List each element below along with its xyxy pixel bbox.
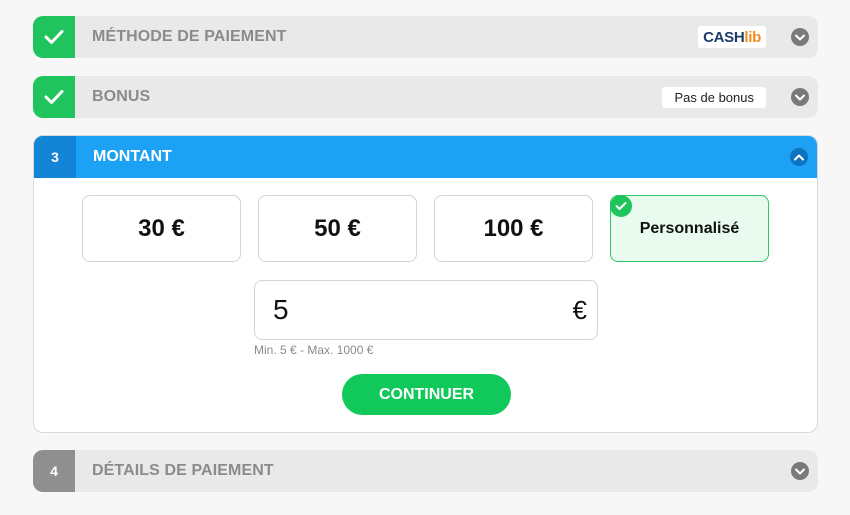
step-number-badge: 4 xyxy=(33,450,75,492)
amount-input[interactable]: 5 € xyxy=(254,280,598,340)
step-payment-method[interactable]: MÉTHODE DE PAIEMENT CASH lib xyxy=(33,16,818,58)
step-payment-method-header[interactable]: MÉTHODE DE PAIEMENT CASH lib xyxy=(33,16,818,58)
step-amount-panel: 3 MONTANT 30 € 50 € 100 € Personnalisé 5… xyxy=(33,135,818,433)
amount-option-label: Personnalisé xyxy=(639,219,740,237)
chevron-up-icon[interactable] xyxy=(790,148,808,166)
step-bonus-header[interactable]: BONUS Pas de bonus xyxy=(33,76,818,118)
amount-limits-hint: Min. 5 € - Max. 1000 € xyxy=(254,343,374,357)
amount-option-30[interactable]: 30 € xyxy=(82,195,241,262)
step-amount-header[interactable]: 3 MONTANT xyxy=(34,136,817,178)
currency-symbol: € xyxy=(572,294,587,325)
step-title: MONTANT xyxy=(93,148,172,165)
step-title: DÉTAILS DE PAIEMENT xyxy=(92,462,274,479)
amount-option-50[interactable]: 50 € xyxy=(258,195,417,262)
chevron-down-icon[interactable] xyxy=(791,28,809,46)
cashlib-logo: CASH lib xyxy=(698,26,766,48)
step-payment-details[interactable]: 4 DÉTAILS DE PAIEMENT xyxy=(33,450,818,492)
continue-button[interactable]: CONTINUER xyxy=(342,374,511,415)
bonus-value: Pas de bonus xyxy=(662,87,766,108)
chevron-down-icon[interactable] xyxy=(791,88,809,106)
amount-option-100[interactable]: 100 € xyxy=(434,195,593,262)
check-icon xyxy=(44,90,64,104)
step-title: MÉTHODE DE PAIEMENT xyxy=(92,28,287,45)
amount-option-custom[interactable]: Personnalisé xyxy=(610,195,769,262)
amount-input-value[interactable]: 5 xyxy=(273,294,573,326)
step-number-badge: 3 xyxy=(34,136,76,178)
step-payment-details-header[interactable]: 4 DÉTAILS DE PAIEMENT xyxy=(33,450,818,492)
step-title: BONUS xyxy=(92,88,151,105)
step-bonus[interactable]: BONUS Pas de bonus xyxy=(33,76,818,118)
chevron-down-icon[interactable] xyxy=(791,462,809,480)
step-complete-badge xyxy=(33,76,75,118)
step-complete-badge xyxy=(33,16,75,58)
selected-check-icon xyxy=(610,195,632,217)
check-icon xyxy=(44,30,64,44)
